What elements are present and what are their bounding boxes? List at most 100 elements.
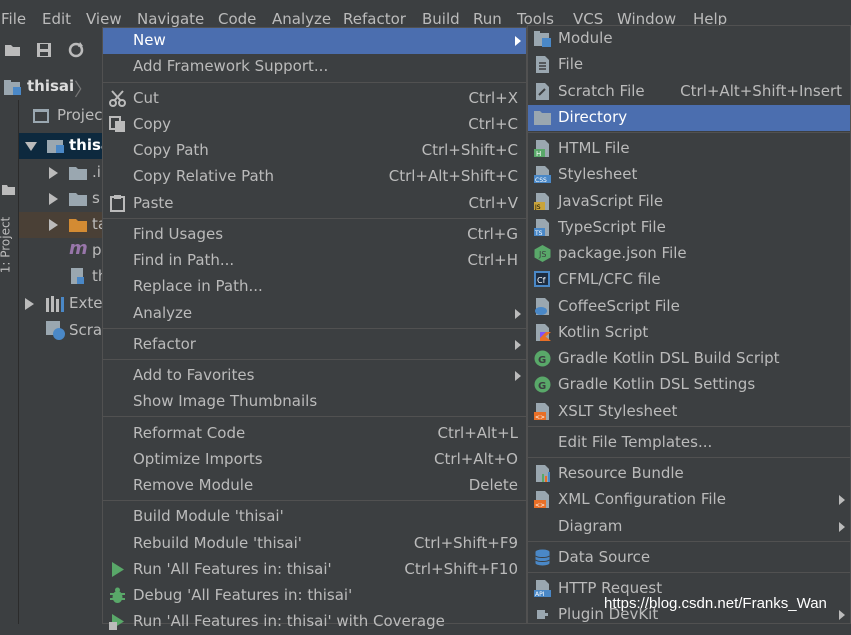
menu-item-html-file[interactable]: H HTML File bbox=[528, 136, 850, 162]
menu-item-diagram[interactable]: Diagram bbox=[528, 514, 850, 540]
menu-item-label: Resource Bundle bbox=[558, 464, 684, 482]
menu-item-label: Run 'All Features in: thisai' with Cover… bbox=[133, 612, 445, 630]
menu-item-coffeescript-file[interactable]: CoffeeScript File bbox=[528, 294, 850, 320]
tree-item-scratches[interactable]: Scrat bbox=[19, 318, 103, 344]
menu-item-show-image-thumbnails[interactable]: Show Image Thumbnails bbox=[103, 389, 526, 415]
menu-item-copy[interactable]: Copy Ctrl+C bbox=[103, 112, 526, 138]
svg-text:JS: JS bbox=[538, 250, 546, 259]
sync-icon[interactable] bbox=[67, 41, 85, 59]
menu-item-cfml-cfc-file[interactable]: Cf CFML/CFC file bbox=[528, 267, 850, 293]
tree-item-idea[interactable]: .i bbox=[19, 160, 103, 186]
menu-item-label: Diagram bbox=[558, 517, 623, 535]
menu-item-find-in-path[interactable]: Find in Path... Ctrl+H bbox=[103, 248, 526, 274]
menu-run[interactable]: Run bbox=[473, 9, 502, 29]
svg-text:H: H bbox=[536, 150, 541, 157]
submenu-arrow-icon bbox=[515, 371, 521, 381]
gradle-icon: G bbox=[534, 350, 551, 367]
menu-item-resource-bundle[interactable]: Resource Bundle bbox=[528, 461, 850, 487]
module-icon bbox=[534, 30, 551, 47]
tree-item-external-libraries[interactable]: Exter bbox=[19, 291, 103, 317]
folder-icon bbox=[2, 185, 15, 195]
module-icon bbox=[47, 140, 64, 153]
menu-item-build-module-thisai[interactable]: Build Module 'thisai' bbox=[103, 504, 526, 530]
menu-item-cut[interactable]: Cut Ctrl+X bbox=[103, 86, 526, 112]
menu-item-add-framework-support[interactable]: Add Framework Support... bbox=[103, 54, 526, 80]
menu-item-package-json-file[interactable]: JS package.json File bbox=[528, 241, 850, 267]
menu-code[interactable]: Code bbox=[218, 9, 256, 29]
menu-item-analyze[interactable]: Analyze bbox=[103, 301, 526, 327]
menu-item-paste[interactable]: Paste Ctrl+V bbox=[103, 191, 526, 217]
menu-item-javascript-file[interactable]: JS JavaScript File bbox=[528, 189, 850, 215]
maven-icon: m bbox=[69, 238, 88, 259]
menu-item-debug-all-features-in-thisai[interactable]: Debug 'All Features in: thisai' bbox=[103, 583, 526, 609]
tree-item-iml[interactable]: th bbox=[19, 264, 103, 290]
save-icon[interactable] bbox=[35, 41, 53, 59]
breadcrumb-project[interactable]: thisai bbox=[27, 77, 74, 95]
menu-item-typescript-file[interactable]: TS TypeScript File bbox=[528, 215, 850, 241]
collapsed-arrow-icon bbox=[49, 193, 58, 205]
menu-item-directory[interactable]: Directory bbox=[528, 105, 850, 131]
ts-file-icon: TS bbox=[534, 219, 551, 237]
menu-view[interactable]: View bbox=[86, 9, 122, 29]
menu-item-label: Gradle Kotlin DSL Build Script bbox=[558, 349, 780, 367]
menu-item-label: Edit File Templates... bbox=[558, 433, 713, 451]
menu-analyze[interactable]: Analyze bbox=[272, 9, 331, 29]
menu-item-optimize-imports[interactable]: Optimize Imports Ctrl+Alt+O bbox=[103, 447, 526, 473]
menu-separator bbox=[528, 457, 850, 458]
menu-item-gradle-kotlin-dsl-build-script[interactable]: G Gradle Kotlin DSL Build Script bbox=[528, 346, 850, 372]
menu-item-remove-module[interactable]: Remove Module Delete bbox=[103, 473, 526, 499]
shortcut-label: Ctrl+Shift+C bbox=[421, 141, 518, 159]
menu-item-gradle-kotlin-dsl-settings[interactable]: G Gradle Kotlin DSL Settings bbox=[528, 372, 850, 398]
menu-item-label: Analyze bbox=[133, 304, 193, 322]
menu-edit[interactable]: Edit bbox=[42, 9, 71, 29]
menu-item-edit-file-templates[interactable]: Edit File Templates... bbox=[528, 430, 850, 456]
menu-item-reformat-code[interactable]: Reformat Code Ctrl+Alt+L bbox=[103, 421, 526, 447]
menu-build[interactable]: Build bbox=[422, 9, 460, 29]
menu-item-label: New bbox=[133, 31, 166, 49]
tab-project[interactable]: 1: Project bbox=[0, 212, 17, 282]
menu-item-module[interactable]: Module bbox=[528, 26, 850, 52]
menu-item-replace-in-path[interactable]: Replace in Path... bbox=[103, 274, 526, 300]
menu-navigate[interactable]: Navigate bbox=[137, 9, 204, 29]
tree-item-root[interactable]: thisa bbox=[19, 133, 103, 159]
scissors-icon bbox=[109, 90, 126, 107]
menu-item-label: Find in Path... bbox=[133, 251, 235, 269]
menu-item-refactor[interactable]: Refactor bbox=[103, 332, 526, 358]
menu-item-copy-relative-path[interactable]: Copy Relative Path Ctrl+Alt+Shift+C bbox=[103, 164, 526, 190]
menu-item-label: Optimize Imports bbox=[133, 450, 263, 468]
menu-item-label: Build Module 'thisai' bbox=[133, 507, 284, 525]
menu-item-label: Find Usages bbox=[133, 225, 224, 243]
menu-item-xslt-stylesheet[interactable]: <> XSLT Stylesheet bbox=[528, 399, 850, 425]
menu-item-label: Run 'All Features in: thisai' bbox=[133, 560, 332, 578]
menu-item-file[interactable]: File bbox=[528, 52, 850, 78]
project-panel-header[interactable]: Projec bbox=[19, 102, 103, 130]
menu-refactor[interactable]: Refactor bbox=[343, 9, 406, 29]
menu-item-label: Add to Favorites bbox=[133, 366, 255, 384]
menu-file[interactable]: File bbox=[1, 9, 26, 29]
menu-item-run-all-features-in-thisai[interactable]: Run 'All Features in: thisai' Ctrl+Shift+… bbox=[103, 557, 526, 583]
menu-item-xml-configuration-file[interactable]: <> XML Configuration File bbox=[528, 487, 850, 513]
tree-item-pom[interactable]: m p bbox=[19, 238, 103, 264]
menu-item-label: Refactor bbox=[133, 335, 196, 353]
expanded-arrow-icon bbox=[25, 142, 37, 151]
collapsed-arrow-icon bbox=[49, 219, 58, 231]
svg-text:<>: <> bbox=[535, 502, 545, 508]
tree-item-target[interactable]: ta bbox=[19, 212, 103, 238]
menu-item-rebuild-module-thisai[interactable]: Rebuild Module 'thisai' Ctrl+Shift+F9 bbox=[103, 531, 526, 557]
menu-item-stylesheet[interactable]: CSS Stylesheet bbox=[528, 162, 850, 188]
menu-item-label: CFML/CFC file bbox=[558, 270, 661, 288]
menu-item-run-all-features-in-thisai-with-coverage[interactable]: Run 'All Features in: thisai' with Cover… bbox=[103, 609, 526, 635]
menu-item-kotlin-script[interactable]: Kotlin Script bbox=[528, 320, 850, 346]
tree-item-src[interactable]: s bbox=[19, 186, 103, 212]
menu-item-find-usages[interactable]: Find Usages Ctrl+G bbox=[103, 222, 526, 248]
shortcut-label: Ctrl+Alt+L bbox=[437, 424, 519, 442]
menu-item-data-source[interactable]: Data Source bbox=[528, 545, 850, 571]
menu-item-new[interactable]: New bbox=[103, 28, 526, 54]
menu-item-add-to-favorites[interactable]: Add to Favorites bbox=[103, 363, 526, 389]
menu-item-label: Reformat Code bbox=[133, 424, 246, 442]
plugin-icon bbox=[534, 606, 551, 623]
menu-item-scratch-file[interactable]: Scratch File Ctrl+Alt+Shift+Insert bbox=[528, 79, 850, 105]
menu-item-copy-path[interactable]: Copy Path Ctrl+Shift+C bbox=[103, 138, 526, 164]
open-folder-icon[interactable] bbox=[4, 41, 22, 59]
folder-icon bbox=[69, 193, 87, 206]
